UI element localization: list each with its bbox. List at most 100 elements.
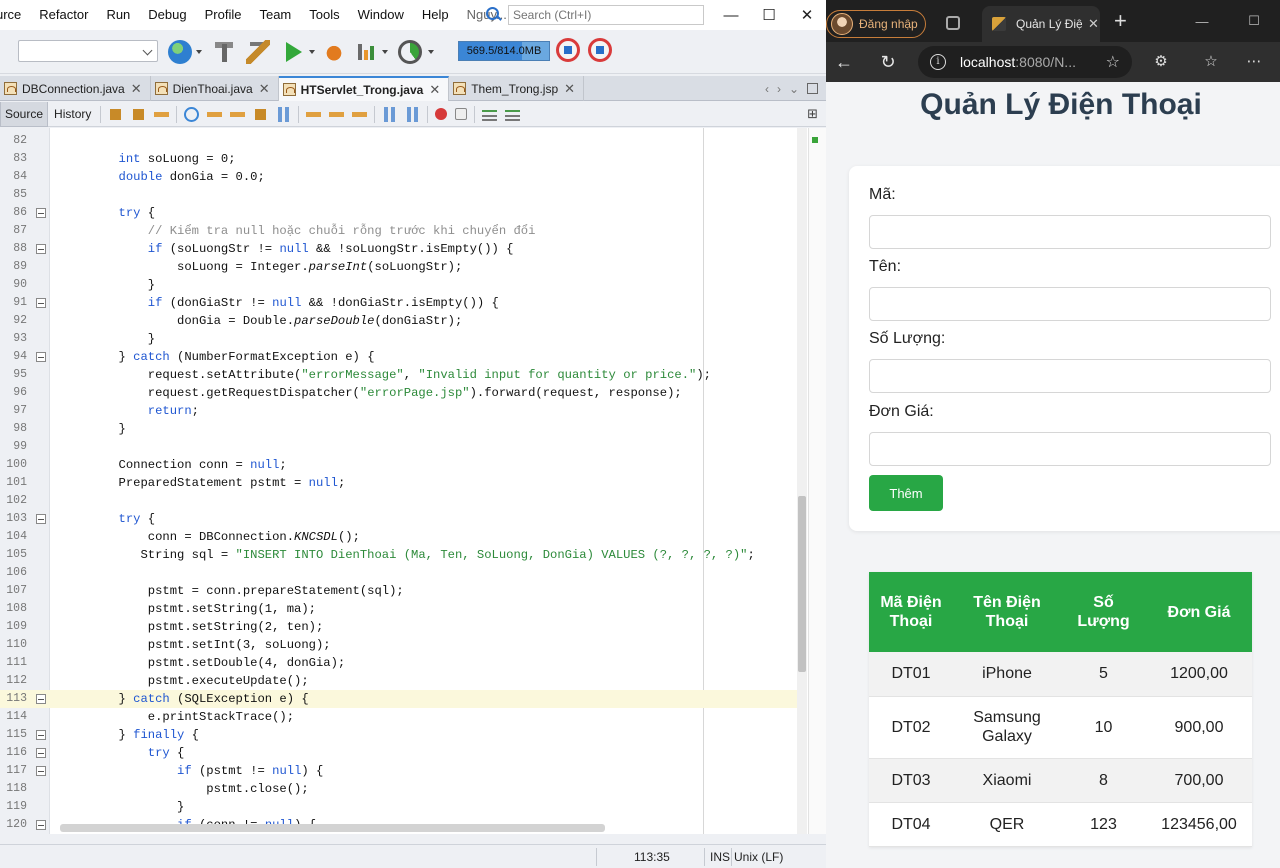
clean-build-icon[interactable] [246,40,270,64]
toggle-bookmark-icon[interactable] [352,106,368,122]
chevron-down-icon[interactable]: ⌄ [789,82,799,96]
maximize-icon[interactable]: ☐ [750,0,788,30]
maximize-icon[interactable] [807,83,818,94]
close-icon[interactable]: ✕ [429,82,440,98]
menu-profile[interactable]: Profile [196,0,251,30]
back-icon[interactable] [131,106,147,122]
search-icon[interactable] [484,6,502,24]
minimize-icon[interactable]: — [712,0,750,30]
chevron-down-icon[interactable] [428,50,434,54]
globe-icon[interactable] [168,40,192,64]
menu-tools[interactable]: Tools [300,0,348,30]
code-line[interactable]: 83 int soLuong = 0; [0,150,800,168]
url-field[interactable]: i localhost :8080/N... ☆ [918,46,1132,78]
close-icon[interactable]: ✕ [1088,16,1099,32]
info-icon[interactable]: i [930,54,946,70]
profile-snapshot-icon[interactable] [588,38,612,62]
vertical-scrollbar[interactable] [797,128,807,834]
code-line[interactable]: 90 } [0,276,800,294]
debug-icon[interactable] [322,40,346,64]
stop-macro-icon[interactable] [455,108,468,120]
next-bookmark-icon[interactable] [329,106,345,122]
toggle-rect-select-icon[interactable] [276,106,292,122]
code-line[interactable]: 119 } [0,798,800,816]
favorites-icon[interactable]: ☆ [1201,52,1221,72]
code-line[interactable]: 105 String sql = "INSERT INTO DienThoai … [0,546,800,564]
last-edit-icon[interactable] [108,106,124,122]
find-previous-icon[interactable] [207,106,223,122]
code-line[interactable]: 116 try { [0,744,800,762]
code-line[interactable]: 93 } [0,330,800,348]
fold-toggle-icon[interactable] [36,514,46,524]
menu-window[interactable]: Window [349,0,413,30]
previous-bookmark-icon[interactable] [306,106,322,122]
code-line[interactable]: 108 pstmt.setString(1, ma); [0,600,800,618]
find-icon[interactable] [184,106,200,122]
code-line[interactable]: 89 soLuong = Integer.parseInt(soLuongStr… [0,258,800,276]
run-icon[interactable] [286,42,302,62]
ma-input[interactable] [869,215,1271,249]
code-editor[interactable]: 82 83 int soLuong = 0; 84 double donGia = … [0,128,826,834]
garbage-collect-icon[interactable] [556,38,580,62]
fold-toggle-icon[interactable] [36,748,46,758]
forward-icon[interactable] [154,106,170,122]
fold-toggle-icon[interactable] [36,694,46,704]
fold-toggle-icon[interactable] [36,244,46,254]
shift-left-icon[interactable] [382,106,398,122]
code-line[interactable]: 91 if (donGiaStr != null && !donGiaStr.i… [0,294,800,312]
configuration-select[interactable] [18,40,158,62]
code-line[interactable]: 114 e.printStackTrace(); [0,708,800,726]
menu-help[interactable]: Help [413,0,458,30]
code-line[interactable]: 106 [0,564,800,582]
chevron-down-icon[interactable] [309,50,315,54]
memory-usage-indicator[interactable]: 569.5/814.0MB [458,41,550,61]
code-line[interactable]: 97 return; [0,402,800,420]
fold-toggle-icon[interactable] [36,730,46,740]
code-line[interactable]: 101 PreparedStatement pstmt = null; [0,474,800,492]
uncomment-icon[interactable] [505,106,521,122]
code-line[interactable]: 118 pstmt.close(); [0,780,800,798]
code-line[interactable]: 94 } catch (NumberFormatException e) { [0,348,800,366]
tab-dbconnection[interactable]: DBConnection.java ✕ [0,76,151,101]
code-line[interactable]: 113 } catch (SQLException e) { [0,690,800,708]
dongia-input[interactable] [869,432,1271,466]
code-line[interactable]: 96 request.getRequestDispatcher("errorPa… [0,384,800,402]
code-line[interactable]: 98 } [0,420,800,438]
code-line[interactable]: 82 [0,132,800,150]
start-macro-icon[interactable] [435,108,448,120]
comment-icon[interactable] [482,106,498,122]
favorite-star-icon[interactable]: ☆ [1106,52,1120,72]
add-button[interactable]: Thêm [869,475,943,511]
code-line[interactable]: 107 pstmt = conn.prepareStatement(sql); [0,582,800,600]
browser-tab-active[interactable]: Quản Lý Điện Thoại ✕ [982,6,1100,42]
fold-toggle-icon[interactable] [36,766,46,776]
code-line[interactable]: 115 } finally { [0,726,800,744]
close-icon[interactable]: ✕ [259,81,270,97]
menu-run[interactable]: Run [97,0,139,30]
back-arrow-icon[interactable]: ← [832,50,856,74]
code-line[interactable]: 86 try { [0,204,800,222]
close-icon[interactable]: ✕ [788,0,826,30]
code-line[interactable]: 99 [0,438,800,456]
tab-history[interactable]: History [48,102,97,127]
code-line[interactable]: 87 // Kiểm tra null hoặc chuỗi rỗng trướ… [0,222,800,240]
close-icon[interactable]: ✕ [564,81,575,97]
scrollbar-thumb[interactable] [798,496,806,672]
shift-right-icon[interactable] [405,106,421,122]
code-line[interactable]: 100 Connection conn = null; [0,456,800,474]
code-line[interactable]: 112 pstmt.executeUpdate(); [0,672,800,690]
build-hammer-icon[interactable] [212,40,236,64]
chevron-down-icon[interactable] [382,50,388,54]
ten-input[interactable] [869,287,1271,321]
code-line[interactable]: 117 if (pstmt != null) { [0,762,800,780]
chevron-down-icon[interactable] [196,50,202,54]
horizontal-scrollbar[interactable] [60,824,605,832]
close-icon[interactable]: ✕ [131,81,142,97]
find-next-icon[interactable] [230,106,246,122]
more-menu-icon[interactable]: ⋯ [1244,52,1264,72]
tab-source[interactable]: Source [0,101,49,127]
extensions-icon[interactable]: ⚙ [1151,52,1171,72]
menu-refactor[interactable]: Refactor [30,0,97,30]
code-line[interactable]: 88 if (soLuongStr != null && !soLuongStr… [0,240,800,258]
menu-source[interactable]: urce [0,0,30,30]
